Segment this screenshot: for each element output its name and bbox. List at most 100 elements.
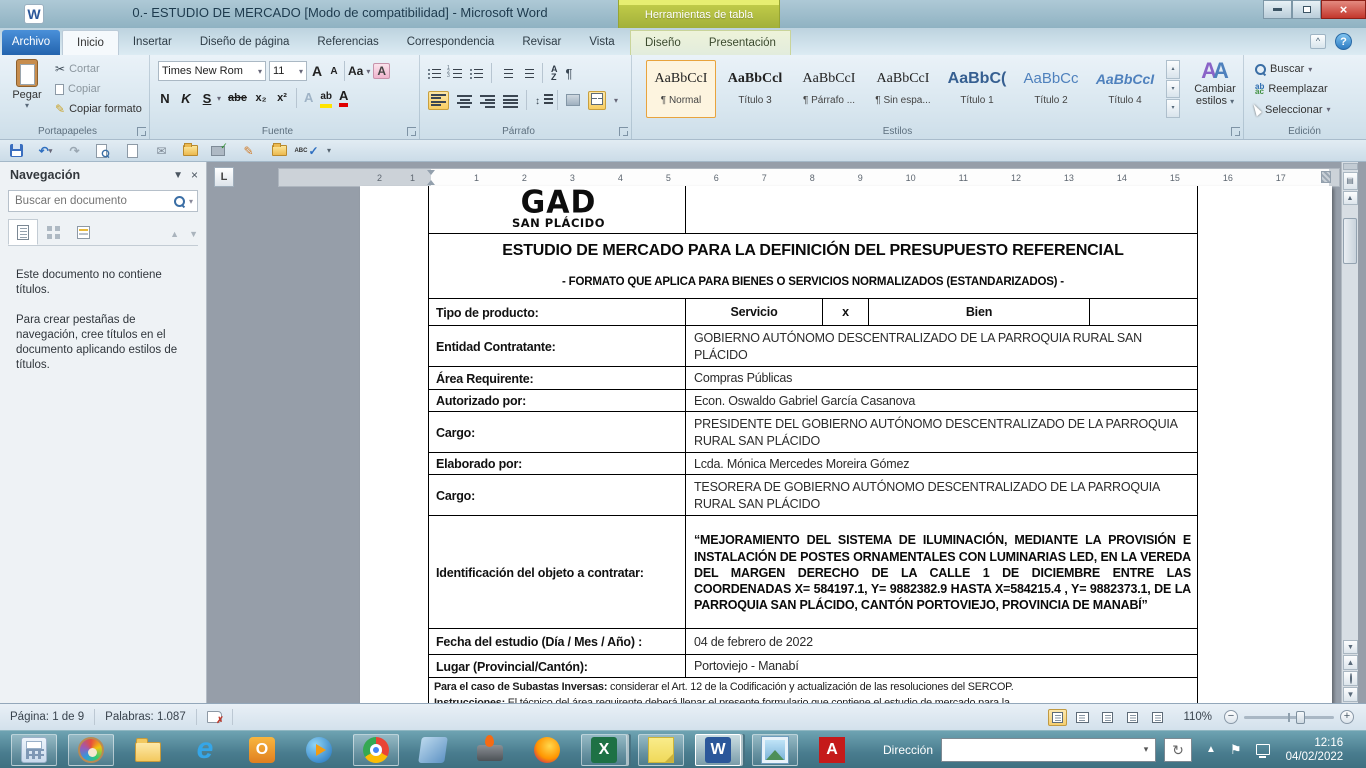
row-value[interactable]: “MEJORAMIENTO DEL SISTEMA DE ILUMINACIÓN… — [686, 516, 1197, 628]
shrink-font-button[interactable]: A — [327, 66, 341, 77]
select-browse-object-button[interactable] — [1343, 671, 1358, 686]
good-cell[interactable]: Bien — [869, 299, 1090, 325]
tab-archivo[interactable]: Archivo — [2, 30, 60, 55]
scroll-up-button[interactable]: ▲ — [1343, 191, 1358, 205]
highlight-button[interactable]: ab — [320, 89, 332, 108]
taskbar-excel[interactable]: X — [581, 734, 627, 766]
navigation-close-icon[interactable]: × — [191, 168, 198, 182]
row-value[interactable]: Portoviejo - Manabí — [686, 655, 1197, 677]
favorites-folder-button[interactable]: ✳ — [269, 143, 286, 159]
right-margin-marker[interactable] — [1321, 171, 1331, 183]
taskbar-scanner[interactable] — [410, 734, 456, 766]
row-label[interactable]: Fecha del estudio (Día / Mes / Año) : — [429, 629, 686, 654]
word-count[interactable]: Palabras: 1.087 — [95, 711, 196, 723]
font-dialog-launcher[interactable] — [407, 127, 416, 136]
vertical-scrollbar[interactable]: ▤ ▲ ▼ ▲ ▼ — [1341, 162, 1358, 703]
tab-referencias[interactable]: Referencias — [303, 30, 392, 55]
borders-dropdown-icon[interactable]: ▾ — [614, 96, 618, 105]
zoom-slider[interactable] — [1244, 716, 1334, 719]
line-spacing-button[interactable]: ↕ — [535, 93, 549, 107]
close-button[interactable]: × — [1321, 0, 1366, 19]
style-parrafo[interactable]: AaBbCcI¶ Párrafo ... — [794, 60, 864, 118]
next-page-button[interactable]: ▼ — [1343, 687, 1358, 702]
notes-cell[interactable]: Para el caso de Subastas Inversas: consi… — [429, 678, 1020, 703]
underline-button[interactable]: S — [200, 91, 214, 106]
taskbar-clock[interactable]: 12:16 04/02/2022 — [1286, 736, 1344, 764]
logo-empty-cell[interactable] — [686, 186, 1197, 233]
align-right-button[interactable] — [480, 94, 495, 106]
word-app-icon[interactable]: W — [24, 4, 44, 24]
select-dropdown-icon[interactable]: ▾ — [1326, 105, 1330, 114]
undo-dropdown-icon[interactable]: ▾ — [49, 147, 53, 155]
good-mark-cell[interactable] — [1090, 299, 1197, 325]
bold-button[interactable]: N — [158, 91, 172, 106]
taskbar-internet-explorer[interactable]: e — [182, 734, 228, 766]
paste-dropdown-icon[interactable]: ▾ — [8, 101, 46, 110]
address-input[interactable] — [942, 742, 1137, 758]
find-button[interactable]: Buscar▾ — [1252, 62, 1334, 76]
taskbar-file-explorer[interactable] — [125, 734, 171, 766]
numbering-icon[interactable] — [449, 68, 462, 79]
taskbar-word-active[interactable]: W — [695, 734, 741, 766]
scroll-down-button[interactable]: ▼ — [1343, 640, 1358, 654]
row-value[interactable]: Lcda. Mónica Mercedes Moreira Gómez — [686, 453, 1197, 474]
tab-diseno-tabla[interactable]: Diseño — [631, 31, 695, 55]
save-button[interactable] — [8, 143, 25, 159]
minimize-ribbon-button[interactable]: ^ — [1310, 34, 1326, 49]
show-hidden-icons-button[interactable]: ▲ — [1206, 744, 1216, 755]
minimize-button[interactable] — [1263, 0, 1292, 19]
change-case-button[interactable]: Aa — [348, 64, 363, 78]
web-layout-view-button[interactable] — [1098, 709, 1117, 726]
change-case-dropdown-icon[interactable]: ▾ — [366, 67, 370, 76]
row-label[interactable]: Autorizado por: — [429, 390, 686, 411]
address-go-button[interactable]: ↻ — [1164, 738, 1192, 762]
superscript-button[interactable]: x² — [275, 92, 289, 104]
row-label[interactable]: Elaborado por: — [429, 453, 686, 474]
paragraph-marks-icon[interactable]: ¶ — [566, 66, 573, 81]
row-label[interactable]: Identificación del objeto a contratar: — [429, 516, 686, 628]
decrease-indent-icon[interactable] — [500, 68, 513, 79]
bullets-icon[interactable] — [428, 68, 441, 79]
product-label-cell[interactable]: Tipo de producto: — [429, 299, 686, 325]
style-scroll-down[interactable]: ▾ — [1166, 80, 1180, 99]
tab-insertar[interactable]: Insertar — [119, 30, 186, 55]
row-value[interactable]: TESORERA DE GOBIERNO AUTÓNOMO DESCENTRAL… — [686, 475, 1197, 515]
taskbar-sticky-notes[interactable] — [638, 734, 684, 766]
row-value[interactable]: GOBIERNO AUTÓNOMO DESCENTRALIZADO DE LA … — [686, 326, 1197, 366]
sort-icon[interactable]: AZ — [551, 65, 558, 81]
tab-vista[interactable]: Vista — [575, 30, 628, 55]
clipboard-dialog-launcher[interactable] — [137, 127, 146, 136]
scrollbar-thumb[interactable] — [1343, 218, 1357, 264]
italic-button[interactable]: K — [179, 91, 193, 106]
redo-button[interactable]: ↷ — [66, 143, 83, 159]
zoom-out-button[interactable]: − — [1224, 710, 1238, 724]
style-scroll-up[interactable]: ▴ — [1166, 60, 1180, 79]
taskbar-autocad[interactable]: A — [809, 734, 855, 766]
align-left-button[interactable] — [428, 91, 449, 110]
horizontal-ruler[interactable]: 21 1234567891011121314151617 — [278, 168, 1340, 187]
style-titulo4[interactable]: AaBbCcITítulo 4 — [1090, 60, 1160, 118]
underline-dropdown-icon[interactable]: ▾ — [217, 94, 221, 103]
proofing-status-icon[interactable] — [207, 711, 222, 723]
tab-browse-results[interactable] — [68, 219, 98, 245]
taskbar-paint[interactable] — [68, 734, 114, 766]
service-cell[interactable]: Servicio — [686, 299, 823, 325]
search-options-dropdown-icon[interactable]: ▾ — [189, 197, 193, 206]
print-layout-view-button[interactable] — [1048, 709, 1067, 726]
paragraph-dialog-launcher[interactable] — [619, 127, 628, 136]
style-gallery-expand[interactable]: ▾ — [1166, 99, 1180, 118]
row-value[interactable]: Compras Públicas — [686, 367, 1197, 389]
previous-heading-icon[interactable]: ▲ — [170, 229, 179, 239]
previous-page-button[interactable]: ▲ — [1343, 655, 1358, 670]
title-cell[interactable]: ESTUDIO DE MERCADO PARA LA DEFINICIÓN DE… — [429, 234, 1197, 298]
taskbar-firefox[interactable] — [524, 734, 570, 766]
replace-button[interactable]: abacReemplazar — [1252, 82, 1334, 96]
row-value[interactable]: PRESIDENTE DEL GOBIERNO AUTÓNOMO DESCENT… — [686, 412, 1197, 452]
taskbar-photo-viewer[interactable] — [752, 734, 798, 766]
restore-button[interactable] — [1292, 0, 1321, 19]
tab-diseno-pagina[interactable]: Diseño de página — [186, 30, 304, 55]
style-titulo2[interactable]: AaBbCcTítulo 2 — [1016, 60, 1086, 118]
style-sin-espaciado[interactable]: AaBbCcI¶ Sin espa... — [868, 60, 938, 118]
edit-button[interactable]: ✎ — [240, 143, 257, 159]
search-input[interactable] — [13, 194, 174, 208]
